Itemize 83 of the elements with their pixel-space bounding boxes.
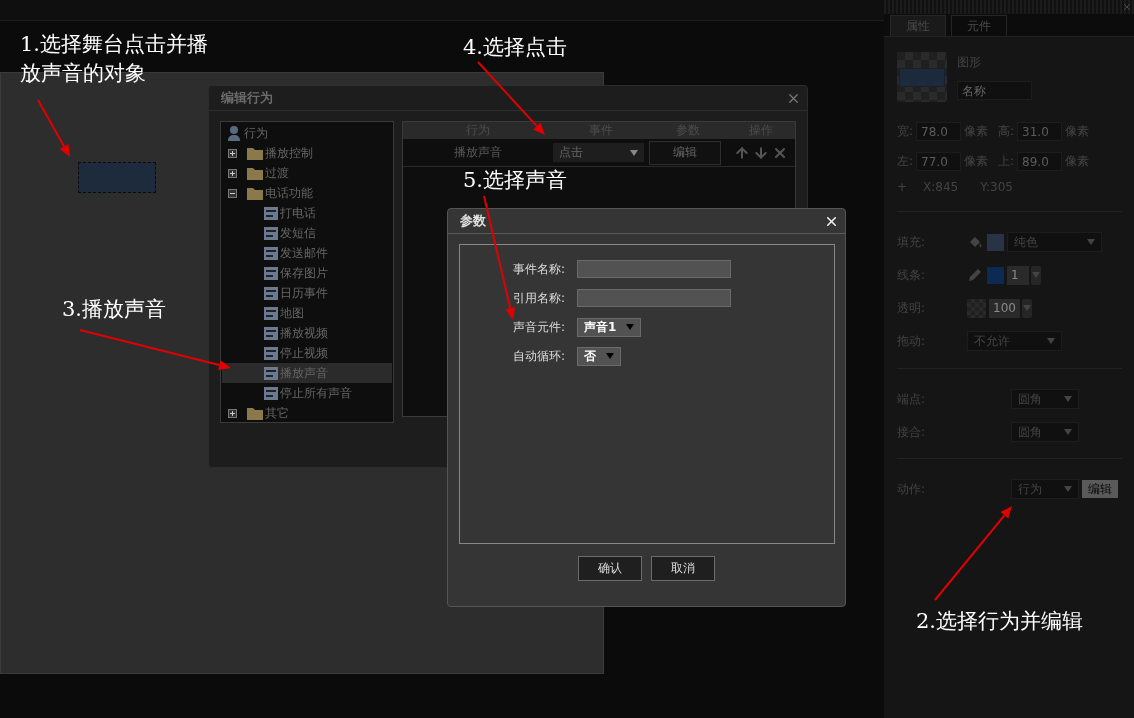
caret-icon <box>606 353 614 359</box>
caret-icon <box>1064 396 1072 402</box>
tree-item[interactable]: 停止视频 <box>222 343 392 363</box>
dropdown[interactable]: 点击 <box>553 143 644 162</box>
dialog-button[interactable]: 确认 <box>578 556 642 581</box>
expand-icon[interactable] <box>228 148 237 158</box>
field-label: 事件名称: <box>513 260 567 278</box>
annotation-text: 5.选择声音 <box>463 167 568 194</box>
collapse-icon[interactable] <box>228 188 237 198</box>
dialog-title: 参数 <box>460 212 486 230</box>
field-label: 声音元件: <box>513 318 567 336</box>
tree-item[interactable]: 其它 <box>222 403 392 423</box>
tree-item[interactable]: 发送邮件 <box>222 243 392 263</box>
annotation-text: 2.选择行为并编辑 <box>916 608 1084 635</box>
color-swatch[interactable] <box>987 233 1004 251</box>
expand-icon[interactable] <box>228 168 237 178</box>
number-field[interactable]: 100 <box>989 298 1020 318</box>
user-icon <box>226 125 242 141</box>
tree-item[interactable]: 过渡 <box>222 163 392 183</box>
folder-icon <box>247 166 263 180</box>
input-field[interactable] <box>577 289 731 307</box>
field-label: 引用名称: <box>513 289 567 307</box>
rectangle-shape[interactable] <box>78 162 156 193</box>
annotation-text: 4.选择点击 <box>463 34 568 61</box>
tree-item[interactable]: 行为 <box>222 123 392 143</box>
caret-icon <box>1022 305 1031 311</box>
tree-item[interactable]: 播放控制 <box>222 143 392 163</box>
number-field[interactable]: 89.0 <box>1017 152 1063 171</box>
tree-item[interactable]: 地图 <box>222 303 392 323</box>
list-icon <box>264 366 278 380</box>
list-icon <box>264 386 278 400</box>
folder-icon <box>247 146 263 160</box>
table-cell-text: 播放声音 <box>453 144 503 161</box>
list-icon <box>264 346 278 360</box>
spinner-button[interactable] <box>1021 298 1032 318</box>
caret-icon <box>1032 272 1040 278</box>
caret-icon <box>1064 429 1072 435</box>
number-field[interactable]: 1 <box>1007 265 1029 285</box>
folder-icon <box>247 186 263 200</box>
pencil-icon <box>967 267 983 283</box>
pointer-arrow <box>37 99 70 157</box>
list-icon <box>264 266 278 280</box>
arrow-down-icon[interactable] <box>753 144 769 161</box>
caret-icon <box>1047 338 1055 344</box>
tree-item[interactable]: 停止所有声音 <box>222 383 392 403</box>
annotation-text: 3.播放声音 <box>62 296 167 323</box>
tree-item[interactable]: 播放视频 <box>222 323 392 343</box>
number-field[interactable]: 77.0 <box>916 152 962 171</box>
caret-icon <box>1087 239 1095 245</box>
tree-item[interactable]: 日历事件 <box>222 283 392 303</box>
tree-item[interactable]: 发短信 <box>222 223 392 243</box>
name-field[interactable]: 名称 <box>957 81 1032 100</box>
tree-item[interactable]: 电话功能 <box>222 183 392 203</box>
list-icon <box>264 326 278 340</box>
caret-icon <box>1064 486 1072 492</box>
spinner-button[interactable] <box>1031 265 1041 285</box>
tree-item[interactable]: 保存图片 <box>222 263 392 283</box>
folder-icon <box>247 406 263 420</box>
dialog-button[interactable]: 取消 <box>651 556 715 581</box>
list-icon <box>264 306 278 320</box>
dialog-title: 编辑行为 <box>221 89 273 107</box>
tab[interactable]: 元件 <box>951 15 1007 36</box>
tree-item[interactable]: 打电话 <box>222 203 392 223</box>
color-swatch[interactable] <box>987 266 1004 284</box>
expand-icon[interactable] <box>228 408 237 418</box>
number-field[interactable]: 78.0 <box>916 122 962 141</box>
list-icon <box>264 206 278 220</box>
crosshair-marker: + <box>897 180 908 194</box>
annotation-text: 1.选择舞台点击并播放声音的对象 <box>20 31 210 87</box>
field-label: 自动循环: <box>513 347 567 365</box>
list-icon <box>264 286 278 300</box>
number-field[interactable]: 31.0 <box>1017 122 1063 141</box>
shape-thumbnail <box>897 52 947 102</box>
edit-button[interactable]: 编辑 <box>1082 480 1118 498</box>
arrow-up-icon[interactable] <box>734 144 750 161</box>
list-icon <box>264 246 278 260</box>
edit-button[interactable]: 编辑 <box>649 140 721 165</box>
dropdown[interactable]: 声音1 <box>577 317 642 337</box>
caret-icon <box>626 324 635 330</box>
caret-icon <box>630 149 638 156</box>
list-icon <box>264 226 278 240</box>
input-field[interactable] <box>577 260 731 278</box>
dropdown[interactable]: 否 <box>577 346 621 366</box>
